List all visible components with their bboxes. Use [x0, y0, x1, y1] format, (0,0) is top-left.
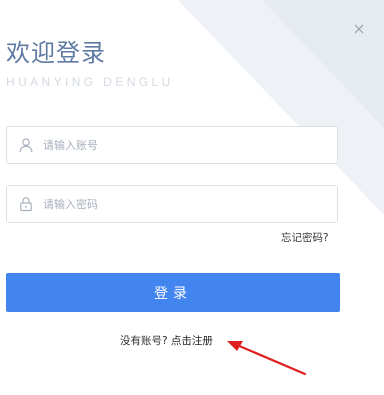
signup-prompt: 没有账号? 点击注册 — [120, 333, 213, 349]
login-button[interactable]: 登录 — [6, 273, 340, 312]
forgot-password-link[interactable]: 忘记密码? — [281, 230, 329, 246]
user-icon — [19, 138, 33, 153]
password-field — [6, 185, 338, 223]
login-dialog: 欢迎登录 HUANYING DENGLU 忘记密码? 登录 没有账号? 点击注册 — [0, 0, 384, 395]
dialog-subtitle: HUANYING DENGLU — [6, 75, 174, 89]
lock-icon — [20, 197, 32, 212]
close-button[interactable] — [348, 18, 370, 40]
dialog-title: 欢迎登录 — [6, 39, 106, 67]
password-input[interactable] — [43, 186, 333, 222]
annotation-arrow-icon — [227, 341, 307, 376]
no-account-text: 没有账号? — [120, 335, 168, 347]
username-field — [6, 126, 338, 164]
register-link[interactable]: 点击注册 — [171, 335, 213, 347]
username-input[interactable] — [43, 127, 333, 163]
close-icon — [354, 24, 364, 34]
